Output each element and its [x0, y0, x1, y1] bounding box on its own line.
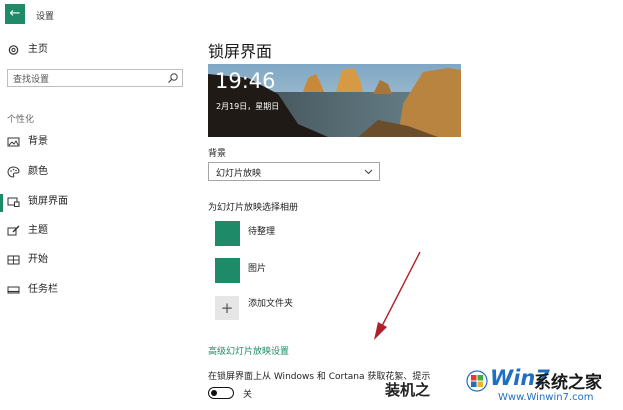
add-folder-button[interactable]: +	[215, 296, 239, 320]
album-label[interactable]: 图片	[248, 261, 266, 274]
sidebar-item-colors[interactable]: 颜色	[0, 162, 196, 182]
sidebar-item-label: 开始	[28, 254, 48, 265]
toggle-state-label: 关	[243, 390, 253, 400]
preview-date: 2月19日，星期日	[216, 102, 280, 111]
background-label: 背景	[208, 149, 227, 159]
albums-label: 为幻灯片放映选择相册	[208, 203, 299, 213]
page-title: 锁屏界面	[208, 42, 273, 61]
gear-icon	[8, 45, 19, 55]
search-input[interactable]: 查找设置	[7, 69, 183, 87]
back-button[interactable]: ←	[5, 4, 25, 24]
watermark-brand-cn: 系统之家	[534, 373, 602, 393]
sidebar-item-label: 任务栏	[28, 284, 58, 295]
section-label: 个性化	[7, 115, 35, 125]
album-label[interactable]: 待整理	[248, 224, 275, 237]
sidebar-item-lockscreen[interactable]: 锁屏界面	[0, 192, 196, 212]
windows-logo-icon	[466, 370, 488, 392]
main-content: 锁屏界面 19:46 2月19日，星期日 背景 幻灯片放映 为幻灯片放映选择相册…	[196, 28, 623, 410]
album-tile[interactable]	[215, 258, 240, 283]
fun-facts-toggle[interactable]	[208, 387, 234, 399]
chevron-down-icon	[364, 169, 373, 175]
app-title: 设置	[36, 12, 55, 22]
background-dropdown[interactable]: 幻灯片放映	[208, 162, 380, 181]
picture-icon	[7, 137, 20, 147]
search-icon[interactable]	[167, 72, 179, 84]
sidebar-item-home[interactable]: 主页	[0, 40, 196, 60]
sidebar-item-label: 主题	[28, 225, 48, 236]
sidebar: 主页 查找设置 个性化 背景 颜色 锁屏界面 主题 开始 任务栏	[0, 28, 196, 410]
sidebar-item-label: 主页	[28, 44, 48, 55]
start-icon	[7, 255, 20, 265]
album-tile[interactable]	[215, 221, 240, 246]
toggle-knob	[211, 389, 217, 396]
sidebar-item-taskbar[interactable]: 任务栏	[0, 280, 196, 300]
preview-time: 19:46	[215, 69, 276, 93]
taskbar-icon	[7, 286, 20, 294]
add-folder-label[interactable]: 添加文件夹	[248, 296, 293, 309]
brush-icon	[7, 225, 20, 236]
dropdown-value: 幻灯片放映	[216, 169, 262, 179]
search-placeholder: 查找设置	[13, 75, 50, 85]
sidebar-item-label: 背景	[28, 136, 48, 147]
sidebar-item-themes[interactable]: 主题	[0, 221, 196, 241]
sidebar-item-label: 颜色	[28, 166, 48, 177]
advanced-slideshow-link[interactable]: 高级幻灯片放映设置	[208, 344, 289, 357]
lockscreen-icon	[7, 197, 20, 207]
plus-icon: +	[220, 299, 234, 317]
palette-icon	[7, 166, 20, 178]
sidebar-item-label: 锁屏界面	[28, 196, 68, 207]
back-arrow-icon: ←	[9, 6, 21, 21]
watermark-url: Www.Winwin7.com	[498, 392, 594, 403]
title-bar: ← 设置	[0, 0, 623, 28]
lockscreen-preview: 19:46 2月19日，星期日	[208, 64, 461, 137]
watermark-logo: Win7 系统之家 Www.Winwin7.com	[458, 364, 623, 406]
sidebar-item-background[interactable]: 背景	[0, 132, 196, 152]
sidebar-item-start[interactable]: 开始	[0, 250, 196, 270]
watermark-text: 装机之	[385, 381, 431, 399]
